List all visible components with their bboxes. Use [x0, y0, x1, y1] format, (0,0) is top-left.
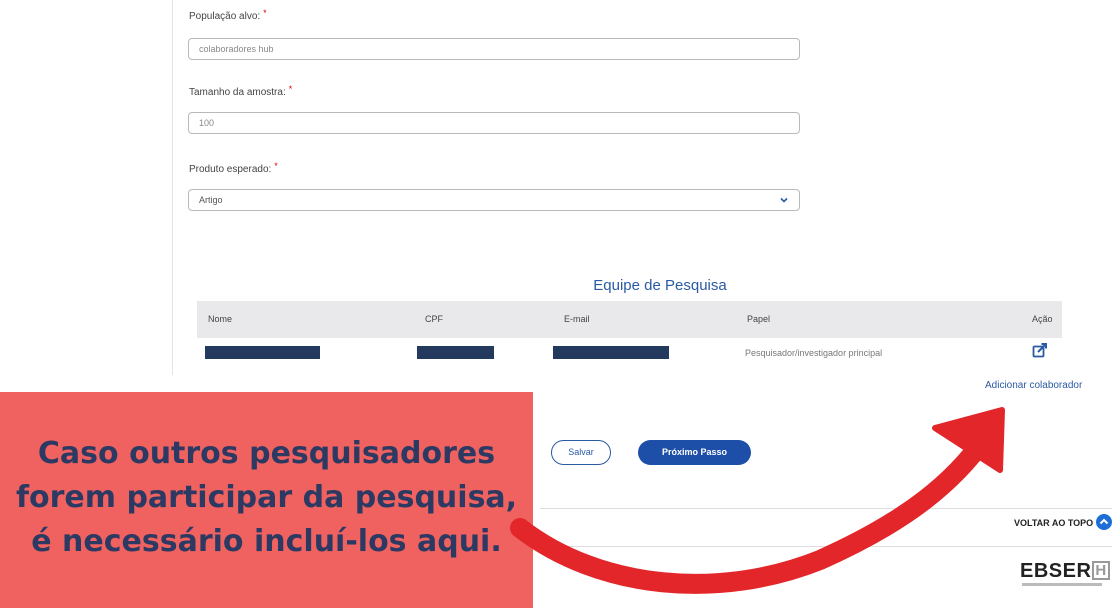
curved-arrow-icon: [510, 407, 1005, 594]
